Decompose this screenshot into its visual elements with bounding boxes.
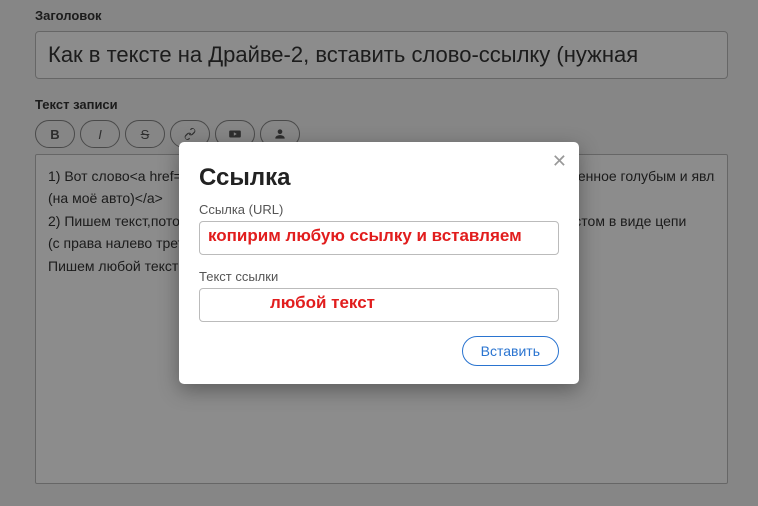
close-button[interactable]: ✕ bbox=[552, 152, 567, 170]
modal-title: Ссылка bbox=[199, 164, 559, 192]
url-input-wrap: копирим любую ссылку и вставляем bbox=[199, 221, 559, 255]
url-input[interactable] bbox=[200, 222, 558, 254]
url-label: Ссылка (URL) bbox=[199, 202, 559, 217]
modal-overlay: ✕ Ссылка Ссылка (URL) копирим любую ссыл… bbox=[0, 0, 758, 506]
close-icon: ✕ bbox=[552, 151, 567, 171]
link-text-input-wrap: любой текст bbox=[199, 288, 559, 322]
link-modal: ✕ Ссылка Ссылка (URL) копирим любую ссыл… bbox=[179, 142, 579, 384]
modal-footer: Вставить bbox=[199, 336, 559, 366]
insert-button[interactable]: Вставить bbox=[462, 336, 559, 366]
link-text-label: Текст ссылки bbox=[199, 269, 559, 284]
link-text-input[interactable] bbox=[200, 289, 558, 321]
